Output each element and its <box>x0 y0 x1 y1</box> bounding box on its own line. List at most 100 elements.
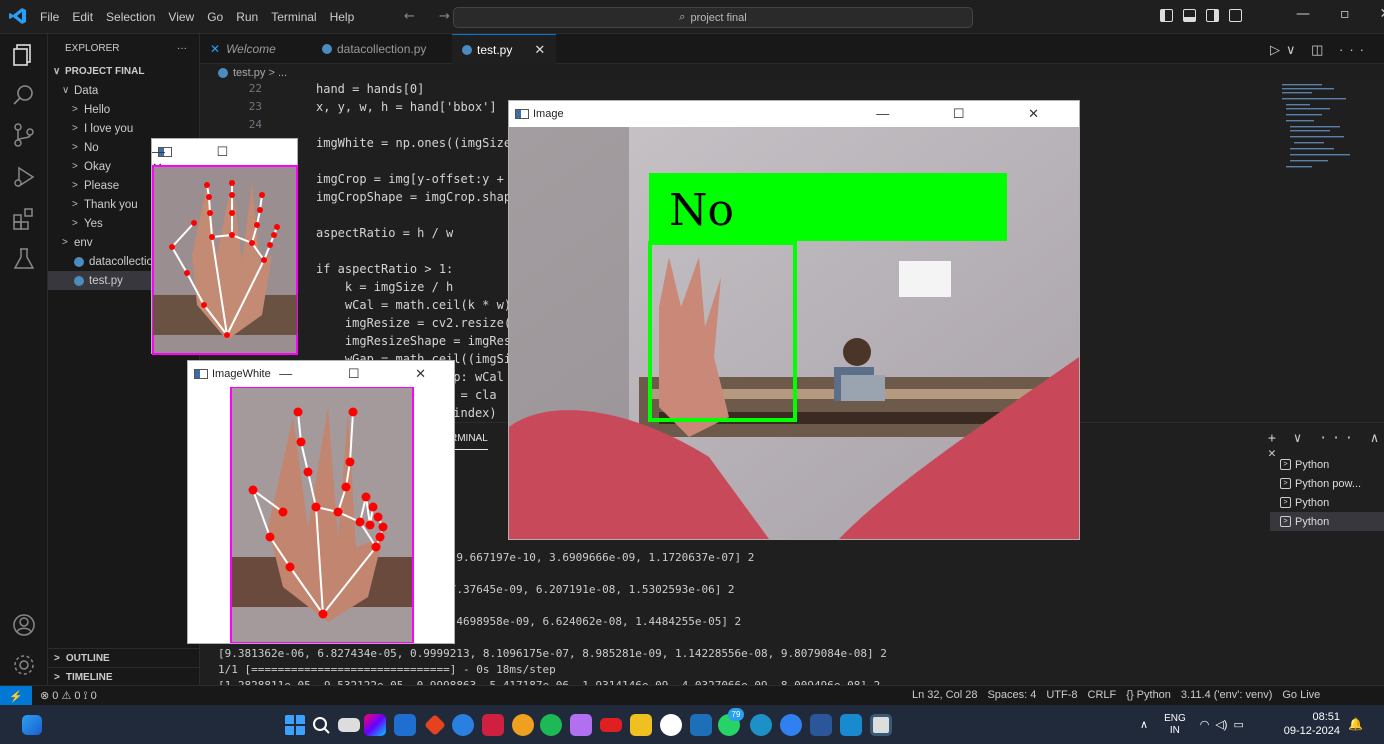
calendar-icon[interactable] <box>394 714 416 736</box>
terminal-instance[interactable]: > Python <box>1270 493 1384 512</box>
chrome-dev-icon[interactable] <box>780 714 802 736</box>
problems-count[interactable]: ⊗ 0 ⚠ 0 ⟟ 0 <box>40 689 97 703</box>
edge-dev-icon[interactable] <box>750 714 772 736</box>
notification-bell-icon[interactable]: 🔔 <box>1348 717 1363 731</box>
status-item[interactable]: Ln 32, Col 28 <box>912 689 977 701</box>
menu-view[interactable]: View <box>168 10 194 24</box>
terminal-instance[interactable]: > Python <box>1270 455 1384 474</box>
code-line[interactable]: imgCrop = img[y-offset:y + h <box>316 172 518 186</box>
vscode-taskbar-icon[interactable] <box>840 714 862 736</box>
menu-edit[interactable]: Edit <box>72 10 93 24</box>
image-window[interactable]: Image — ☐ ✕ No <box>508 100 1080 540</box>
clock[interactable]: 08:51 09-12-2024 <box>1280 710 1340 738</box>
outline-section[interactable]: > OUTLINE <box>48 648 200 667</box>
terminal-instance[interactable]: > Python <box>1270 512 1384 531</box>
search-icon[interactable] <box>11 82 37 108</box>
breadcrumb-path[interactable]: test.py > ... <box>233 67 287 79</box>
menu-terminal[interactable]: Terminal <box>271 10 316 24</box>
nav-arrows[interactable]: ← → <box>404 9 460 24</box>
account-icon[interactable] <box>11 612 37 638</box>
code-line[interactable]: wCal = math.ceil(k * w) <box>316 298 511 312</box>
close-icon[interactable]: ✕ <box>1380 6 1384 22</box>
image-window-titlebar[interactable]: Image — ☐ ✕ <box>509 101 1079 127</box>
imagewhite-titlebar[interactable]: ImageWhite — ☐ ✕ <box>188 361 454 387</box>
task-view-icon[interactable] <box>338 718 360 732</box>
source-control-icon[interactable] <box>11 122 37 148</box>
code-line[interactable]: x, y, w, h = hand['bbox'] <box>316 100 497 114</box>
git-icon[interactable] <box>424 714 446 736</box>
battery-icon[interactable]: ▭ <box>1233 718 1243 731</box>
code-line[interactable]: k = imgSize / h <box>316 280 453 294</box>
status-item[interactable]: UTF-8 <box>1046 689 1077 701</box>
testing-icon[interactable] <box>11 246 37 272</box>
mcafee-icon[interactable] <box>482 714 504 736</box>
menu-file[interactable]: File <box>40 10 59 24</box>
chrome-icon[interactable] <box>660 714 682 736</box>
visual-studio-icon[interactable] <box>570 714 592 736</box>
vscode-logo-icon[interactable] <box>8 6 28 26</box>
hackerrank-icon[interactable] <box>690 714 712 736</box>
tree-item-hello[interactable]: > Hello <box>48 100 199 119</box>
toggle-sidebar-icon[interactable] <box>1160 9 1173 22</box>
editor-actions[interactable]: ▷∨ ◫ ··· <box>1270 42 1370 58</box>
windows-start-icon[interactable] <box>284 714 306 736</box>
menu-go[interactable]: Go <box>207 10 223 24</box>
spotify-icon[interactable] <box>540 714 562 736</box>
customize-layout-icon[interactable] <box>1229 9 1242 22</box>
toggle-panel-icon[interactable] <box>1183 9 1196 22</box>
explorer-icon[interactable] <box>11 42 37 68</box>
minimap[interactable] <box>1276 82 1366 182</box>
toggle-secondary-sidebar-icon[interactable] <box>1206 9 1219 22</box>
code-line[interactable]: aspectRatio = h / w <box>316 226 453 240</box>
menu-help[interactable]: Help <box>330 10 355 24</box>
extensions-icon[interactable] <box>11 206 37 232</box>
crop-window[interactable]: — ☐ ✕ <box>151 138 298 355</box>
tray-caret[interactable]: ∧ <box>1140 718 1148 731</box>
tab-test-py[interactable]: test.py ✕ <box>452 34 556 64</box>
status-item[interactable]: Spaces: 4 <box>987 689 1036 701</box>
remote-indicator[interactable]: ⚡ <box>0 686 32 706</box>
imagewhite-controls[interactable]: — ☐ ✕ <box>279 366 452 382</box>
project-root[interactable]: ∨ PROJECT FINAL <box>48 62 199 81</box>
app-icon[interactable] <box>512 714 534 736</box>
opencv-window-icon[interactable] <box>870 714 892 736</box>
crop-window-titlebar[interactable]: — ☐ ✕ <box>152 139 297 175</box>
tree-item-data[interactable]: ∨ Data <box>48 81 199 100</box>
terminal-instance[interactable]: > Python pow... <box>1270 474 1384 493</box>
code-line[interactable]: imgCropShape = imgCrop.shape <box>316 190 518 204</box>
tab-terminal[interactable]: RMINAL <box>450 433 488 450</box>
status-item[interactable]: Go Live <box>1282 689 1320 701</box>
wifi-icon[interactable]: ◠ <box>1200 718 1210 731</box>
settings-gear-icon[interactable] <box>11 652 37 678</box>
run-debug-icon[interactable] <box>11 164 37 190</box>
code-line[interactable]: hand = hands[0] <box>316 82 424 96</box>
tab-close-icon[interactable]: ✕ <box>534 42 545 58</box>
code-line[interactable]: imgResizeShape = imgResi <box>316 334 518 348</box>
file-explorer-icon[interactable] <box>630 714 652 736</box>
code-line[interactable]: imgWhite = np.ones((imgSize, <box>316 136 518 150</box>
status-item[interactable]: {} Python <box>1126 689 1171 701</box>
code-line[interactable]: imgResize = cv2.resize(i <box>316 316 518 330</box>
imagewhite-window[interactable]: ImageWhite — ☐ ✕ <box>187 360 455 644</box>
minimize-icon[interactable]: — <box>1296 6 1310 22</box>
edge-icon[interactable] <box>452 714 474 736</box>
search-icon[interactable] <box>310 714 332 736</box>
restore-icon[interactable]: ▫ <box>1340 6 1350 22</box>
volume-icon[interactable]: ◁) <box>1215 718 1227 731</box>
word-icon[interactable] <box>810 714 832 736</box>
command-center-search[interactable]: ⌕ project final <box>453 7 973 28</box>
language-indicator[interactable]: ENG IN <box>1164 713 1186 737</box>
tree-item-i-love-you[interactable]: > I love you <box>48 119 199 138</box>
tab-datacollection[interactable]: datacollection.py <box>312 34 452 64</box>
youtube-icon[interactable] <box>600 718 622 732</box>
tab-welcome[interactable]: ✕ Welcome <box>200 34 312 64</box>
menu-run[interactable]: Run <box>236 10 258 24</box>
copilot-icon[interactable] <box>364 714 386 736</box>
explorer-more-icon[interactable]: ··· <box>177 43 187 54</box>
menu-selection[interactable]: Selection <box>106 10 155 24</box>
timeline-section[interactable]: > TIMELINE <box>48 667 200 686</box>
status-item[interactable]: 3.11.4 ('env': venv) <box>1181 689 1272 701</box>
image-window-controls[interactable]: — ☐ ✕ <box>876 106 1069 122</box>
code-line[interactable]: if aspectRatio > 1: <box>316 262 453 276</box>
widgets-icon[interactable] <box>22 715 42 735</box>
